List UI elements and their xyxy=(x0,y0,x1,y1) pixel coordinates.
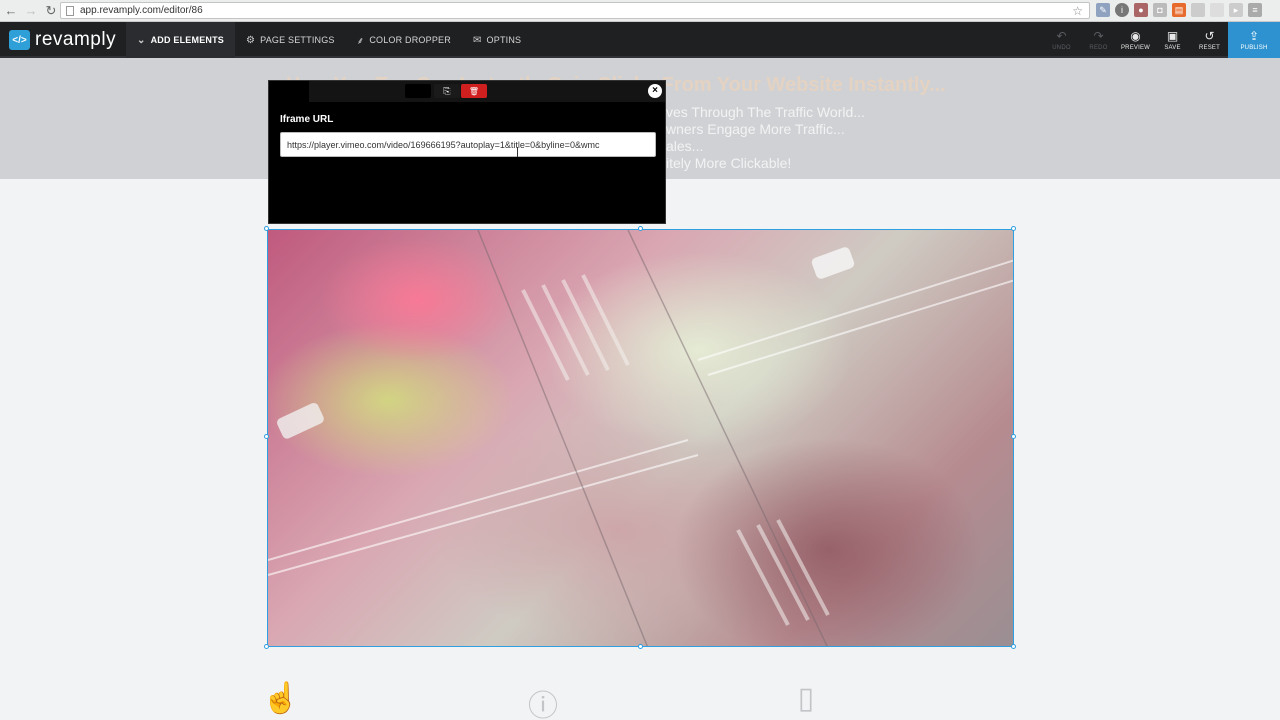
resize-handle-bottom[interactable] xyxy=(638,644,643,649)
save-icon: ▣ xyxy=(1166,29,1179,43)
video-iframe-element[interactable] xyxy=(267,229,1014,647)
resize-handle-bottom-left[interactable] xyxy=(264,644,269,649)
iframe-url-label: Iframe URL xyxy=(280,114,334,125)
forward-arrow-icon[interactable]: → xyxy=(22,2,40,20)
resize-handle-top-left[interactable] xyxy=(264,226,269,231)
address-bar[interactable]: app.revamply.com/editor/86 ☆ xyxy=(60,2,1090,19)
camera-extension-icon[interactable]: ◘ xyxy=(1153,3,1167,17)
iframe-url-input[interactable] xyxy=(280,132,656,157)
reset-icon: ↺ xyxy=(1204,29,1215,43)
close-icon: × xyxy=(652,85,658,96)
menu-add-elements-label: ADD ELEMENTS xyxy=(150,35,224,45)
menu-page-settings[interactable]: ⚙ PAGE SETTINGS xyxy=(235,22,346,58)
menu-optins[interactable]: ✉ OPTINS xyxy=(462,22,532,58)
menu-color-dropper-label: COLOR DROPPER xyxy=(369,35,451,45)
eyedropper-extension-icon[interactable]: ✎ xyxy=(1096,3,1110,17)
pointer-hand-icon: ☝ xyxy=(262,682,300,715)
menu-page-settings-label: PAGE SETTINGS xyxy=(260,35,335,45)
menu-add-elements[interactable]: ⌄ ADD ELEMENTS xyxy=(126,22,235,58)
undo-button[interactable]: ↶ UNDO xyxy=(1043,22,1080,58)
menu-icon[interactable]: ≡ xyxy=(1248,3,1262,17)
undo-label: UNDO xyxy=(1052,45,1071,51)
eyedropper-icon: ⸙ xyxy=(356,36,365,47)
back-arrow-icon[interactable]: ← xyxy=(2,2,20,20)
save-button[interactable]: ▣ SAVE xyxy=(1154,22,1191,58)
preview-button[interactable]: ◉ PREVIEW xyxy=(1117,22,1154,58)
bookmark-star-icon[interactable]: ☆ xyxy=(1072,4,1083,18)
redo-icon: ↷ xyxy=(1093,29,1104,43)
chevron-down-icon: ⌄ xyxy=(137,34,146,46)
video-frame-image xyxy=(268,230,1013,646)
preview-label: PREVIEW xyxy=(1120,45,1151,51)
address-url: app.revamply.com/editor/86 xyxy=(80,5,203,16)
iframe-settings-popup: ⎘ 🗑 × Iframe URL xyxy=(268,80,666,224)
text-cursor xyxy=(517,147,518,157)
mobile-dollar-icon: ▯ xyxy=(797,682,815,715)
editor-toolbar: </> revamply ⌄ ADD ELEMENTS ⚙ PAGE SETTI… xyxy=(0,22,1280,58)
sub-line-3[interactable]: ales... xyxy=(666,138,703,154)
popup-header[interactable]: ⎘ 🗑 × xyxy=(269,81,665,102)
editor-actions: ↶ UNDO ↷ REDO ◉ PREVIEW ▣ SAVE ↺ RESET ⇪… xyxy=(1043,22,1280,58)
reload-icon[interactable]: ↻ xyxy=(42,2,60,20)
trash-icon: 🗑 xyxy=(468,86,480,96)
logo-code-icon: </> xyxy=(9,30,30,50)
page-icon xyxy=(66,5,74,16)
save-label: SAVE xyxy=(1164,45,1181,51)
resize-handle-left[interactable] xyxy=(264,434,269,439)
duplicate-button[interactable]: ⎘ xyxy=(434,84,460,98)
resize-handle-top-right[interactable] xyxy=(1011,226,1016,231)
undo-icon: ↶ xyxy=(1056,29,1067,43)
share-icon: ⇪ xyxy=(1248,29,1260,43)
move-element-button[interactable] xyxy=(405,84,431,98)
extension-icons: ✎ i ● ◘ ▤ ▸ ≡ xyxy=(1096,3,1262,17)
redo-label: REDO xyxy=(1089,45,1108,51)
flag-extension-icon[interactable] xyxy=(1191,3,1205,17)
sub-line-2[interactable]: wners Engage More Traffic... xyxy=(666,121,845,137)
resize-handle-top[interactable] xyxy=(638,226,643,231)
play-extension-icon[interactable]: ▸ xyxy=(1229,3,1243,17)
delete-button[interactable]: 🗑 xyxy=(461,84,487,98)
popup-drag-tab[interactable] xyxy=(269,81,309,102)
resize-handle-bottom-right[interactable] xyxy=(1011,644,1016,649)
resize-handle-right[interactable] xyxy=(1011,434,1016,439)
logo-text: revamply xyxy=(35,29,117,50)
reset-button[interactable]: ↺ RESET xyxy=(1191,22,1228,58)
main-menu: ⌄ ADD ELEMENTS ⚙ PAGE SETTINGS ⸙ COLOR D… xyxy=(126,22,532,58)
browser-toolbar: ← → ↻ app.revamply.com/editor/86 ☆ ✎ i ●… xyxy=(0,0,1280,22)
menu-color-dropper[interactable]: ⸙ COLOR DROPPER xyxy=(346,22,462,58)
rss-extension-icon[interactable]: ▤ xyxy=(1172,3,1186,17)
publish-button[interactable]: ⇪ PUBLISH xyxy=(1228,22,1280,58)
revamply-logo[interactable]: </> revamply xyxy=(9,29,116,51)
gears-icon: ⚙ xyxy=(246,34,256,46)
page-extension-icon[interactable] xyxy=(1210,3,1224,17)
envelope-icon: ✉ xyxy=(472,34,482,46)
alert-circle-icon: ⓘ xyxy=(528,690,558,720)
publish-label: PUBLISH xyxy=(1240,45,1268,51)
copy-icon: ⎘ xyxy=(443,85,451,96)
sub-line-1[interactable]: ves Through The Traffic World... xyxy=(666,104,865,120)
close-popup-button[interactable]: × xyxy=(648,84,662,98)
menu-optins-label: OPTINS xyxy=(486,35,522,45)
cookie-extension-icon[interactable]: ● xyxy=(1134,3,1148,17)
redo-button[interactable]: ↷ REDO xyxy=(1080,22,1117,58)
reset-label: RESET xyxy=(1198,45,1220,51)
info-extension-icon[interactable]: i xyxy=(1115,3,1129,17)
eye-icon: ◉ xyxy=(1130,29,1141,43)
sub-line-4[interactable]: itely More Clickable! xyxy=(666,155,791,171)
